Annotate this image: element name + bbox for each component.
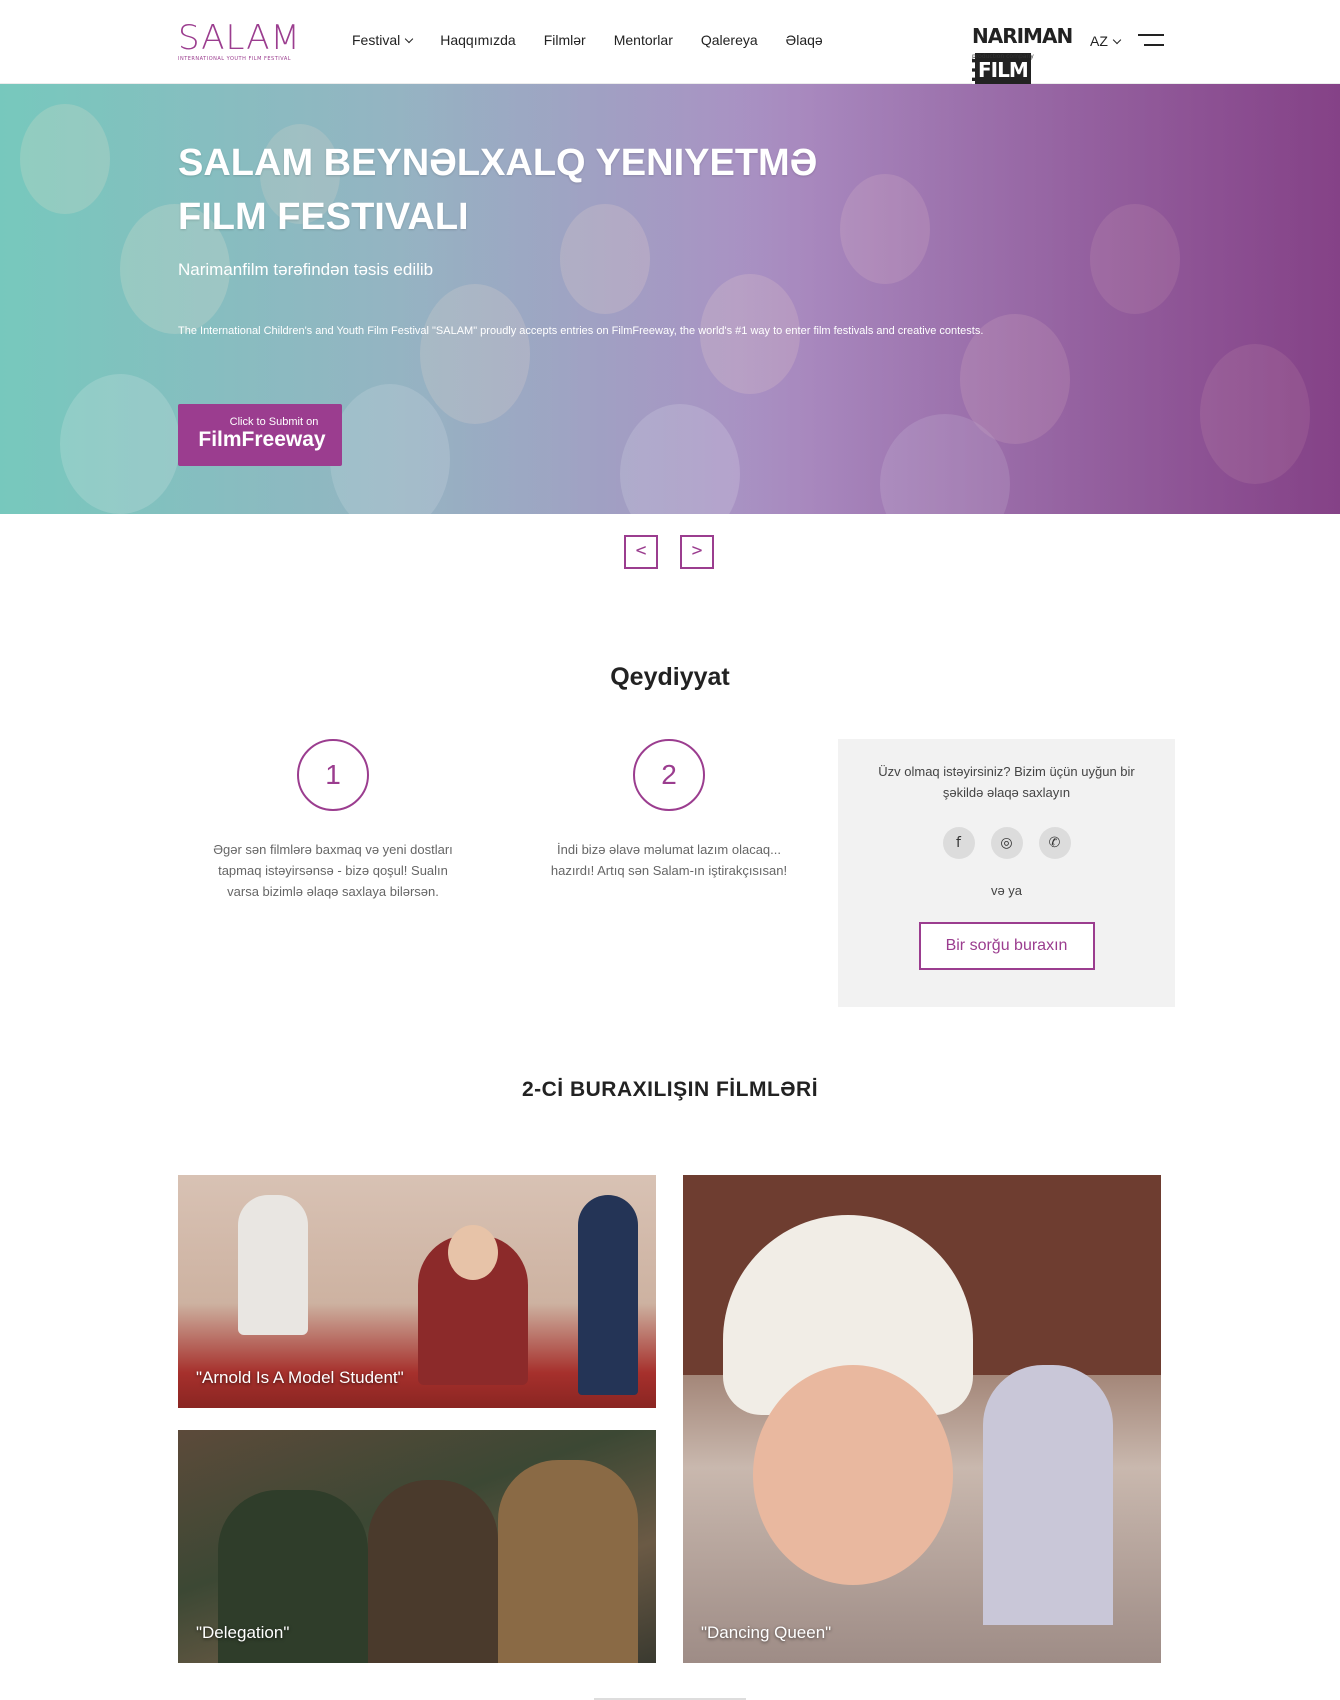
slider-controls: < > xyxy=(624,535,714,569)
nav-item-gallery[interactable]: Qalereya xyxy=(701,32,758,48)
partner-logo-mark: NARIMANFILM production company xyxy=(972,19,1073,87)
social-links: f ◎ ✆ xyxy=(838,827,1175,859)
nav-label: Festival xyxy=(352,32,401,48)
chevron-down-icon xyxy=(1112,35,1122,44)
filmfreeway-small-label: Click to Submit on xyxy=(229,416,319,428)
nav-item-about[interactable]: Haqqımızda xyxy=(440,32,515,48)
hero-description: The International Children's and Youth F… xyxy=(178,325,984,337)
hero-title: SALAM BEYNƏLXALQ YENIYETMƏ FILM FESTIVAL… xyxy=(178,142,818,238)
slider-next-button[interactable]: > xyxy=(680,535,714,569)
whatsapp-icon[interactable]: ✆ xyxy=(1038,827,1071,859)
step-text: Əgər sən filmlərə baxmaq və yeni dostlar… xyxy=(213,842,453,899)
step-text: İndi bizə əlavə məlumat lazım olacaq... … xyxy=(550,842,788,878)
partner-logo-text: NARIMAN xyxy=(972,24,1073,48)
film-title: "Arnold Is A Model Student" xyxy=(196,1368,404,1387)
film-title: "Dancing Queen" xyxy=(701,1623,832,1642)
nav-item-contact[interactable]: Əlaqə xyxy=(786,32,823,48)
logo-subtitle: INTERNATIONAL YOUTH FILM FESTIVAL xyxy=(178,56,292,62)
slider-prev-button[interactable]: < xyxy=(624,535,658,569)
step-number: 2 xyxy=(633,739,705,811)
registration-step-2: 2 İndi bizə əlavə məlumat lazım olacaq..… xyxy=(539,739,799,881)
hero-subtitle: Narimanfilm tərəfindən təsis edilib xyxy=(178,260,434,279)
language-selector[interactable]: AZ xyxy=(1090,33,1122,49)
leave-request-button[interactable]: Bir sorğu buraxın xyxy=(918,922,1095,970)
menu-icon[interactable] xyxy=(1138,34,1164,50)
membership-contact-box: Üzv olmaq istəyirsiniz? Bizim üçün uyğun… xyxy=(838,739,1175,1007)
films-section-title: 2-Cİ BURAXILIŞIN FİLMLƏRİ xyxy=(521,1078,819,1101)
film-card-delegation[interactable]: "Delegation" xyxy=(178,1430,656,1663)
step-number: 1 xyxy=(297,739,369,811)
or-text: və ya xyxy=(990,883,1023,898)
film-card-arnold[interactable]: "Arnold Is A Model Student" xyxy=(178,1175,656,1408)
filmfreeway-logo-text: FilmFreeway xyxy=(198,428,326,451)
nav-item-festival[interactable]: Festival xyxy=(352,32,414,48)
film-card-dancing-queen[interactable]: "Dancing Queen" xyxy=(683,1175,1161,1663)
facebook-icon[interactable]: f xyxy=(942,827,975,859)
registration-step-1: 1 Əgər sən filmlərə baxmaq və yeni dostl… xyxy=(203,739,463,902)
salam-logo[interactable]: SALAM INTERNATIONAL YOUTH FILM FESTIVAL xyxy=(178,20,308,64)
film-title: "Delegation" xyxy=(196,1623,290,1642)
nav-item-mentors[interactable]: Mentorlar xyxy=(614,32,673,48)
hero-banner: SALAM BEYNƏLXALQ YENIYETMƏ FILM FESTIVAL… xyxy=(0,84,1340,514)
site-header: SALAM INTERNATIONAL YOUTH FILM FESTIVAL … xyxy=(0,0,1340,87)
filmfreeway-submit-button[interactable]: Click to Submit on FilmFreeway xyxy=(178,404,342,466)
language-label: AZ xyxy=(1090,33,1108,49)
instagram-icon[interactable]: ◎ xyxy=(990,827,1023,859)
narimanfilm-logo[interactable]: NARIMANFILM production company xyxy=(972,19,1073,87)
nav-item-films[interactable]: Filmlər xyxy=(544,32,586,48)
chevron-down-icon xyxy=(404,34,414,43)
main-nav: Festival Haqqımızda Filmlər Mentorlar Qa… xyxy=(352,32,851,48)
registration-title: Qeydiyyat xyxy=(610,663,730,691)
logo-text: SALAM xyxy=(178,18,301,58)
partner-logo-sub: production company xyxy=(972,53,1034,60)
contact-text: Üzv olmaq istəyirsiniz? Bizim üçün uyğun… xyxy=(878,764,1135,800)
